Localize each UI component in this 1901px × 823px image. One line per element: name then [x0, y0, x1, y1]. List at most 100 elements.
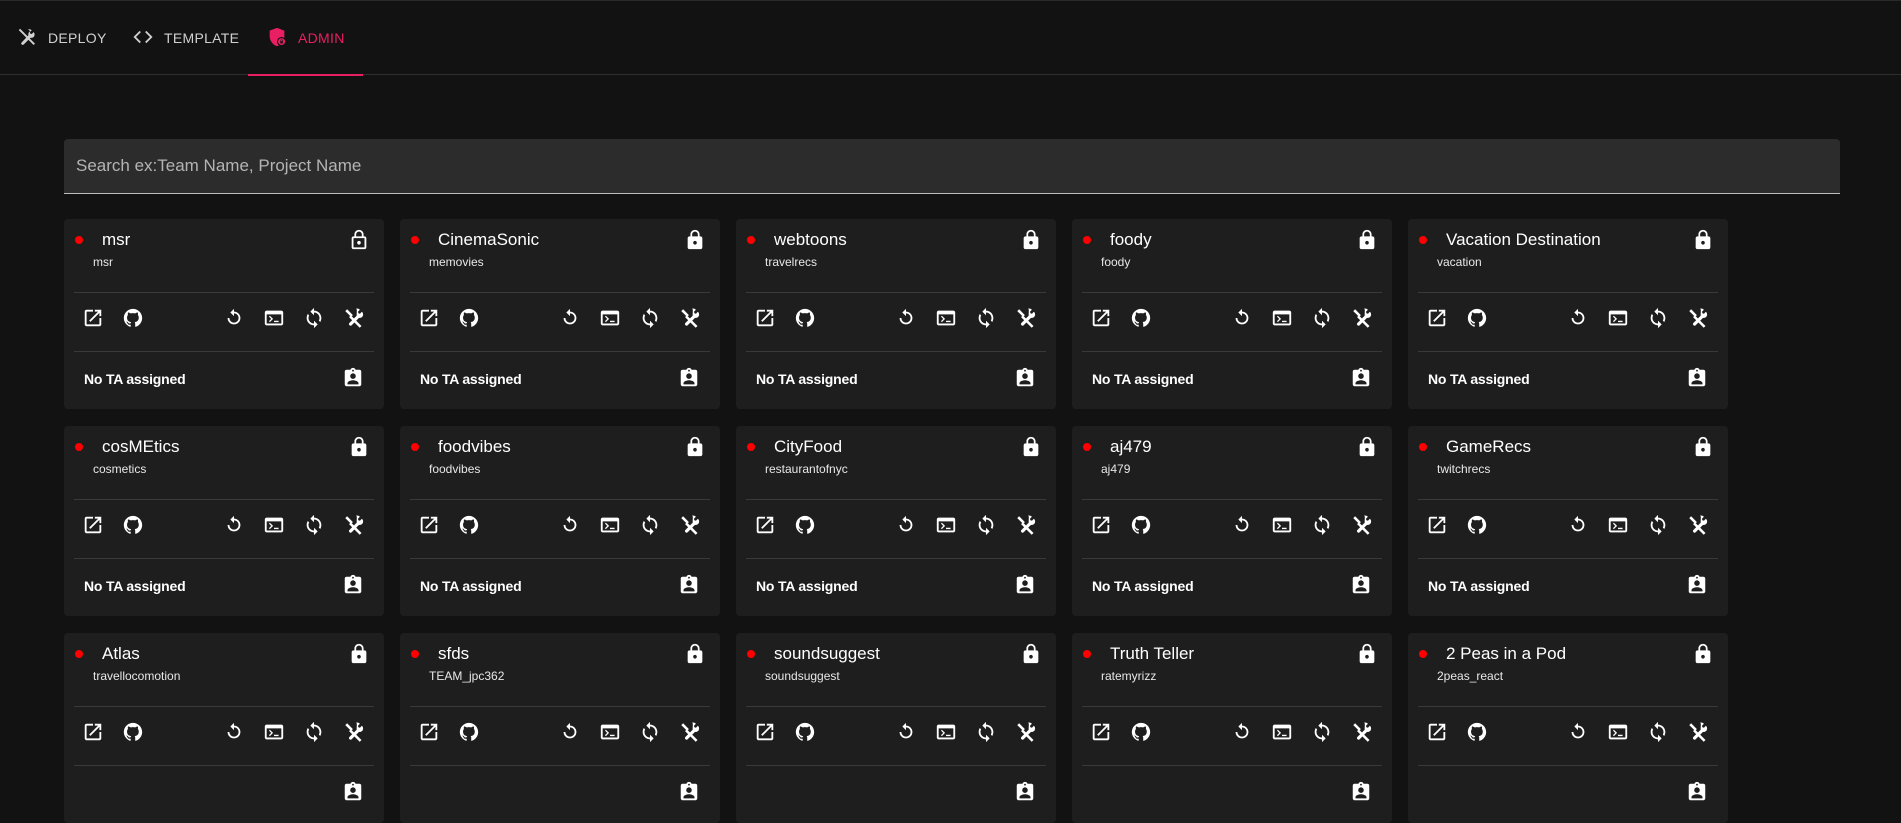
- terminal-icon[interactable]: [1269, 719, 1295, 745]
- restart-icon[interactable]: [1229, 719, 1255, 745]
- github-icon[interactable]: [792, 719, 818, 745]
- github-icon[interactable]: [456, 305, 482, 331]
- restart-icon[interactable]: [557, 512, 583, 538]
- assign-ta-icon[interactable]: [678, 781, 702, 805]
- assign-ta-icon[interactable]: [342, 367, 366, 391]
- lock-icon[interactable]: [1692, 436, 1714, 458]
- open-external-icon[interactable]: [1424, 719, 1450, 745]
- restart-icon[interactable]: [893, 512, 919, 538]
- assign-ta-icon[interactable]: [1686, 781, 1710, 805]
- open-external-icon[interactable]: [1424, 305, 1450, 331]
- open-external-icon[interactable]: [752, 512, 778, 538]
- assign-ta-icon[interactable]: [1350, 574, 1374, 598]
- assign-ta-icon[interactable]: [1350, 781, 1374, 805]
- github-icon[interactable]: [792, 305, 818, 331]
- restart-icon[interactable]: [1565, 719, 1591, 745]
- github-icon[interactable]: [456, 512, 482, 538]
- build-icon[interactable]: [341, 719, 367, 745]
- terminal-icon[interactable]: [597, 305, 623, 331]
- restart-icon[interactable]: [1229, 305, 1255, 331]
- sync-icon[interactable]: [637, 512, 663, 538]
- github-icon[interactable]: [1464, 305, 1490, 331]
- assign-ta-icon[interactable]: [678, 367, 702, 391]
- assign-ta-icon[interactable]: [1686, 367, 1710, 391]
- lock-icon[interactable]: [348, 643, 370, 665]
- build-icon[interactable]: [1013, 512, 1039, 538]
- github-icon[interactable]: [1128, 305, 1154, 331]
- terminal-icon[interactable]: [261, 512, 287, 538]
- github-icon[interactable]: [1128, 719, 1154, 745]
- sync-icon[interactable]: [1309, 512, 1335, 538]
- build-icon[interactable]: [341, 305, 367, 331]
- open-external-icon[interactable]: [80, 305, 106, 331]
- github-icon[interactable]: [120, 305, 146, 331]
- build-icon[interactable]: [677, 305, 703, 331]
- build-icon[interactable]: [1013, 305, 1039, 331]
- tab-deploy[interactable]: DEPLOY: [16, 1, 107, 75]
- lock-icon[interactable]: [1020, 643, 1042, 665]
- sync-icon[interactable]: [973, 512, 999, 538]
- terminal-icon[interactable]: [1605, 512, 1631, 538]
- lock-icon[interactable]: [1356, 436, 1378, 458]
- sync-icon[interactable]: [301, 305, 327, 331]
- assign-ta-icon[interactable]: [1014, 367, 1038, 391]
- terminal-icon[interactable]: [933, 719, 959, 745]
- open-external-icon[interactable]: [1088, 719, 1114, 745]
- terminal-icon[interactable]: [261, 305, 287, 331]
- search-input[interactable]: [64, 139, 1840, 193]
- lock-icon[interactable]: [684, 229, 706, 251]
- terminal-icon[interactable]: [1605, 305, 1631, 331]
- lock-icon[interactable]: [1356, 229, 1378, 251]
- github-icon[interactable]: [1464, 719, 1490, 745]
- github-icon[interactable]: [1128, 512, 1154, 538]
- github-icon[interactable]: [1464, 512, 1490, 538]
- open-external-icon[interactable]: [752, 719, 778, 745]
- terminal-icon[interactable]: [597, 512, 623, 538]
- lock-icon[interactable]: [348, 436, 370, 458]
- build-icon[interactable]: [1013, 719, 1039, 745]
- sync-icon[interactable]: [1645, 305, 1671, 331]
- sync-icon[interactable]: [637, 719, 663, 745]
- github-icon[interactable]: [120, 512, 146, 538]
- assign-ta-icon[interactable]: [1686, 574, 1710, 598]
- lock-icon[interactable]: [1020, 229, 1042, 251]
- restart-icon[interactable]: [221, 719, 247, 745]
- restart-icon[interactable]: [557, 719, 583, 745]
- restart-icon[interactable]: [221, 512, 247, 538]
- terminal-icon[interactable]: [261, 719, 287, 745]
- open-external-icon[interactable]: [416, 305, 442, 331]
- open-external-icon[interactable]: [416, 512, 442, 538]
- github-icon[interactable]: [456, 719, 482, 745]
- terminal-icon[interactable]: [933, 305, 959, 331]
- sync-icon[interactable]: [637, 305, 663, 331]
- sync-icon[interactable]: [1309, 719, 1335, 745]
- restart-icon[interactable]: [1565, 512, 1591, 538]
- lock-icon[interactable]: [1692, 643, 1714, 665]
- build-icon[interactable]: [1685, 719, 1711, 745]
- open-external-icon[interactable]: [1088, 512, 1114, 538]
- lock-icon[interactable]: [1020, 436, 1042, 458]
- restart-icon[interactable]: [893, 305, 919, 331]
- lock-icon[interactable]: [1356, 643, 1378, 665]
- sync-icon[interactable]: [301, 719, 327, 745]
- terminal-icon[interactable]: [597, 719, 623, 745]
- open-external-icon[interactable]: [80, 719, 106, 745]
- lock-icon[interactable]: [684, 436, 706, 458]
- build-icon[interactable]: [1349, 305, 1375, 331]
- restart-icon[interactable]: [1565, 305, 1591, 331]
- open-external-icon[interactable]: [1424, 512, 1450, 538]
- sync-icon[interactable]: [1309, 305, 1335, 331]
- restart-icon[interactable]: [557, 305, 583, 331]
- open-external-icon[interactable]: [752, 305, 778, 331]
- sync-icon[interactable]: [1645, 719, 1671, 745]
- assign-ta-icon[interactable]: [1350, 367, 1374, 391]
- terminal-icon[interactable]: [1605, 719, 1631, 745]
- terminal-icon[interactable]: [1269, 512, 1295, 538]
- restart-icon[interactable]: [221, 305, 247, 331]
- assign-ta-icon[interactable]: [1014, 781, 1038, 805]
- assign-ta-icon[interactable]: [678, 574, 702, 598]
- terminal-icon[interactable]: [1269, 305, 1295, 331]
- assign-ta-icon[interactable]: [1014, 574, 1038, 598]
- restart-icon[interactable]: [1229, 512, 1255, 538]
- build-icon[interactable]: [1685, 512, 1711, 538]
